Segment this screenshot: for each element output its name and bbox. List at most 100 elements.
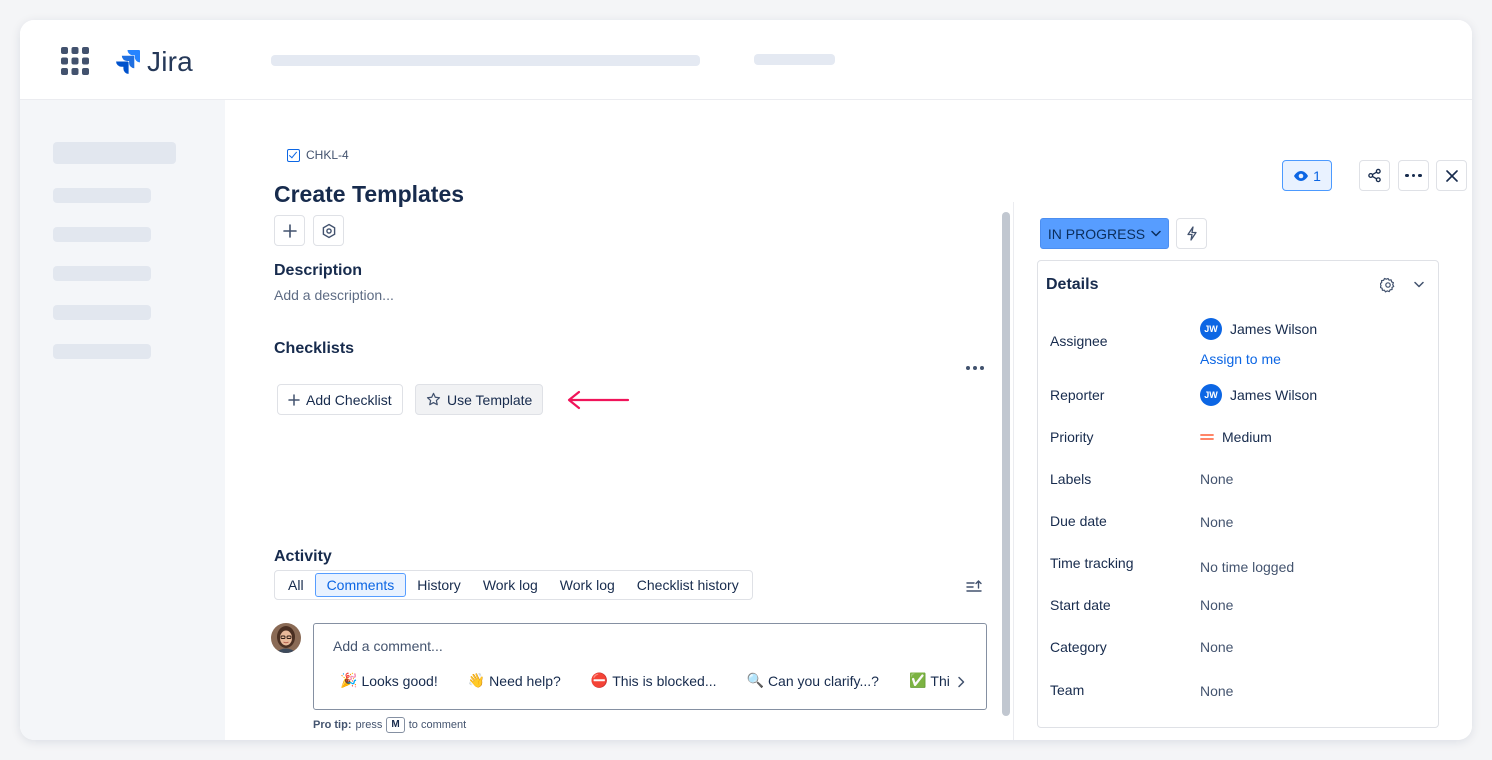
sidebar-placeholder: [53, 227, 151, 242]
plus-icon: [288, 393, 300, 406]
more-actions-button[interactable]: [1398, 160, 1429, 191]
share-icon: [1368, 168, 1381, 183]
main-scrollbar[interactable]: [1002, 212, 1010, 716]
quick-reply-clarify[interactable]: 🔍 Can you clarify...?: [747, 672, 879, 689]
due-date-value[interactable]: None: [1200, 514, 1233, 530]
assign-to-me-link[interactable]: Assign to me: [1200, 351, 1281, 367]
quick-reply-label: Need help?: [489, 672, 561, 689]
quick-reply-looks-good[interactable]: 🎉 Looks good!: [340, 672, 438, 689]
labels-value[interactable]: None: [1200, 471, 1233, 487]
issue-key-link[interactable]: CHKL-4: [287, 148, 349, 162]
assignee-value[interactable]: JW James Wilson: [1200, 318, 1317, 340]
tab-comments[interactable]: Comments: [314, 573, 407, 597]
status-dropdown[interactable]: IN PROGRESS: [1040, 218, 1169, 249]
team-label: Team: [1050, 682, 1085, 698]
activity-tabs: All Comments History Work log Work log C…: [274, 570, 753, 600]
gear-icon[interactable]: [1380, 277, 1396, 293]
add-checklist-button[interactable]: Add Checklist: [277, 384, 403, 415]
time-tracking-value[interactable]: No time logged: [1200, 559, 1294, 575]
use-template-button[interactable]: Use Template: [415, 384, 544, 415]
quick-reply-label: Thi: [930, 672, 950, 689]
quick-reply-this[interactable]: ✅ Thi: [909, 672, 950, 689]
add-button[interactable]: [274, 215, 305, 246]
star-icon: [426, 392, 441, 406]
pro-tip: Pro tip: press M to comment: [313, 717, 466, 733]
sidebar-placeholder: [53, 266, 151, 281]
start-date-value[interactable]: None: [1200, 597, 1233, 613]
share-button[interactable]: [1359, 160, 1390, 191]
quick-reply-blocked[interactable]: ⛔ This is blocked...: [591, 672, 717, 689]
magnifier-icon: 🔍: [746, 672, 764, 688]
watchers-count: 1: [1313, 167, 1321, 184]
close-icon: [1445, 169, 1458, 182]
assignee-name: James Wilson: [1230, 321, 1318, 337]
user-photo-icon: [271, 623, 301, 653]
comment-box[interactable]: Add a comment... 🎉 Looks good! 👋 Need help…: [313, 623, 987, 710]
chevron-right-icon[interactable]: [956, 676, 966, 688]
start-date-label: Start date: [1050, 597, 1111, 613]
protip-label: Pro tip:: [313, 719, 352, 731]
wave-icon: 👋: [467, 672, 486, 688]
description-field[interactable]: Add a description...: [274, 287, 394, 303]
quick-reply-need-help[interactable]: 👋 Need help?: [468, 672, 561, 689]
assignee-label: Assignee: [1050, 333, 1108, 349]
app-switcher-icon[interactable]: [61, 47, 89, 75]
comment-input[interactable]: Add a comment...: [333, 638, 443, 654]
jira-logo-icon: [116, 50, 140, 74]
sidebar-placeholder: [53, 142, 176, 164]
team-value[interactable]: None: [1200, 683, 1233, 699]
quick-replies: 🎉 Looks good! 👋 Need help? ⛔ This is blocke…: [340, 672, 960, 689]
jira-logo[interactable]: Jira: [115, 46, 193, 78]
tab-work-log[interactable]: Work log: [472, 573, 549, 597]
avatar: JW: [1200, 318, 1222, 340]
issue-key: CHKL-4: [306, 148, 349, 162]
due-date-label: Due date: [1050, 513, 1107, 529]
add-checklist-label: Add Checklist: [306, 391, 392, 408]
tab-history[interactable]: History: [406, 573, 472, 597]
status-label: IN PROGRESS: [1047, 225, 1146, 242]
close-button[interactable]: [1436, 160, 1467, 191]
reporter-name: James Wilson: [1230, 387, 1318, 403]
no-entry-icon: ⛔: [590, 672, 609, 688]
priority-text: Medium: [1222, 429, 1272, 445]
time-tracking-label: Time tracking: [1050, 555, 1134, 571]
priority-value[interactable]: Medium: [1200, 429, 1272, 445]
panel-divider: [1013, 202, 1014, 740]
checklists-heading: Checklists: [274, 340, 355, 357]
tab-work-log-2[interactable]: Work log: [549, 573, 626, 597]
quick-reply-label: This is blocked...: [612, 672, 717, 689]
priority-label: Priority: [1050, 429, 1094, 445]
labels-label: Labels: [1050, 471, 1092, 487]
hexagon-settings-icon: [322, 223, 335, 238]
category-value[interactable]: None: [1200, 639, 1233, 655]
sidebar-placeholder: [53, 305, 151, 320]
reporter-value[interactable]: JW James Wilson: [1200, 384, 1317, 406]
details-panel: Details Assignee JW James Wilson Assign …: [1037, 260, 1439, 728]
checklists-more-button[interactable]: [966, 366, 984, 370]
top-navigation: Jira: [20, 20, 1472, 100]
apps-button[interactable]: [313, 215, 344, 246]
category-label: Category: [1050, 639, 1107, 655]
sidebar-placeholder: [53, 188, 151, 203]
reporter-label: Reporter: [1050, 387, 1105, 403]
chevron-down-icon[interactable]: [1414, 281, 1424, 288]
nav-placeholder-bar: [271, 55, 700, 66]
use-template-label: Use Template: [447, 391, 533, 408]
watch-button[interactable]: 1: [1282, 160, 1332, 191]
automation-button[interactable]: [1176, 218, 1207, 249]
party-icon: 🎉: [340, 672, 358, 688]
sort-order-icon[interactable]: [966, 579, 983, 595]
task-type-icon: [287, 148, 300, 162]
sidebar-placeholder: [53, 344, 151, 359]
quick-reply-label: Looks good!: [361, 672, 438, 689]
issue-title[interactable]: Create Templates: [274, 181, 464, 208]
tab-all[interactable]: All: [277, 573, 315, 597]
more-icon: [1405, 173, 1422, 178]
lightning-icon: [1186, 226, 1197, 241]
details-heading[interactable]: Details: [1046, 276, 1098, 294]
jira-window: Jira CHKL-4 Create Templates Description…: [20, 20, 1472, 740]
tab-checklist-history[interactable]: Checklist history: [626, 573, 750, 597]
eye-icon: [1294, 170, 1309, 181]
annotation-arrow-icon: [567, 390, 630, 410]
nav-placeholder-bar: [754, 54, 835, 65]
